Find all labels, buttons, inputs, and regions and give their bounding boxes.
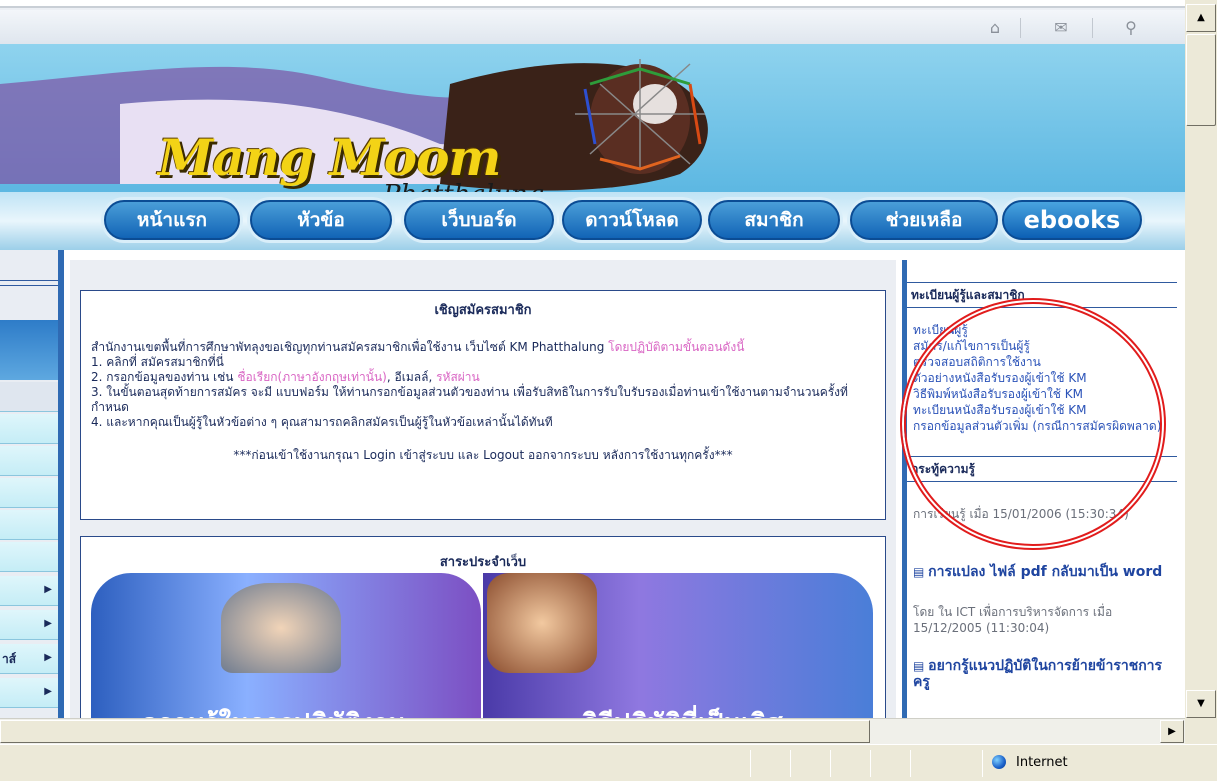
scroll-down-button[interactable]: ▼ bbox=[1186, 690, 1216, 718]
vertical-scrollbar[interactable]: ▲ ▼ bbox=[1185, 0, 1217, 744]
site-logo-title[interactable]: Mang Moom bbox=[158, 128, 501, 187]
left-menu-item[interactable]: ▶ bbox=[0, 576, 58, 606]
scroll-right-button[interactable]: ▶ bbox=[1160, 720, 1184, 743]
search-icon[interactable]: ⚲ bbox=[1120, 18, 1142, 38]
submenu-arrow-icon: ▶ bbox=[44, 686, 52, 697]
icon-separator bbox=[1020, 18, 1021, 38]
register-step-2-text: 2. กรอกข้อมูลของท่าน เช่น bbox=[91, 370, 234, 384]
register-step-1[interactable]: 1. คลิกที่ สมัครสมาชิกที่นี่ bbox=[91, 355, 875, 370]
left-menu-item[interactable] bbox=[0, 414, 58, 444]
register-panel: เชิญสมัครสมาชิก สำนักงานเขตพื้นที่การศึก… bbox=[80, 290, 886, 520]
header-icon-bar: ⌂ ✉ ⚲ bbox=[0, 10, 1185, 44]
left-menu-item[interactable] bbox=[0, 542, 58, 572]
main-navigation: หน้าแรก หัวข้อ เว็บบอร์ด ดาวน์โหลด สมาชิ… bbox=[0, 192, 1185, 250]
register-intro-text: สำนักงานเขตพื้นที่การศึกษาพัทลุงขอเชิญทุ… bbox=[91, 340, 605, 354]
status-separator bbox=[790, 750, 791, 777]
center-column: เชิญสมัครสมาชิก สำนักงานเขตพื้นที่การศึก… bbox=[70, 260, 896, 718]
people-photo bbox=[221, 583, 341, 673]
thread-title[interactable]: การแปลง ไฟล์ pdf กลับมาเป็น word bbox=[928, 564, 1162, 580]
thread-item: ▤ การแปลง ไฟล์ pdf กลับมาเป็น word bbox=[913, 564, 1168, 580]
people-photo bbox=[487, 573, 597, 673]
left-sidebar: ▶ ▶ าส์ ▶ ▶ bbox=[0, 250, 64, 718]
register-step-2-password: รหัสผ่าน bbox=[436, 370, 480, 384]
register-step-2-name: ชื่อเรียก(ภาษาอังกฤษเท่านั้น) bbox=[237, 370, 387, 384]
status-separator bbox=[870, 750, 871, 777]
nav-members-button[interactable]: สมาชิก bbox=[708, 200, 840, 240]
icon-separator bbox=[1092, 18, 1093, 38]
thread-meta: โดย ใน ICT เพื่อการบริหารจัดการ เมื่อ 15… bbox=[913, 605, 1113, 635]
register-step-4: 4. และหากคุณเป็นผู้รู้ในหัวข้อต่าง ๆ คุณ… bbox=[91, 415, 553, 429]
left-sidebar-header-block bbox=[0, 320, 58, 380]
submenu-arrow-icon: ▶ bbox=[44, 618, 52, 629]
annotation-circle-inner bbox=[904, 302, 1162, 546]
browser-status-bar: Internet bbox=[0, 744, 1217, 781]
left-sidebar-divider bbox=[0, 280, 58, 286]
submenu-arrow-icon: ▶ bbox=[44, 652, 52, 663]
nav-webboard-button[interactable]: เว็บบอร์ด bbox=[404, 200, 554, 240]
left-menu-item[interactable]: าส์ ▶ bbox=[0, 644, 58, 674]
left-menu-item-label: าส์ bbox=[2, 652, 17, 666]
nav-download-button[interactable]: ดาวน์โหลด bbox=[562, 200, 702, 240]
status-separator bbox=[750, 750, 751, 777]
left-menu-item[interactable] bbox=[0, 382, 58, 412]
status-separator bbox=[910, 750, 911, 777]
document-icon: ▤ bbox=[913, 565, 925, 579]
best-practice-banner[interactable]: วิธีปฏิบัติที่เป็นเลิศ bbox=[483, 573, 873, 718]
left-menu-item[interactable]: ▶ bbox=[0, 678, 58, 708]
knowledge-banner-label: ความรู้ในการปฏิบัติงาน bbox=[141, 703, 406, 718]
horizontal-scroll-thumb[interactable] bbox=[0, 720, 870, 743]
register-intro-link[interactable]: โดยปฏิบัติตามขั้นตอนดังนี้ bbox=[608, 340, 744, 354]
left-menu-item[interactable]: ▶ bbox=[0, 610, 58, 640]
site-content-panel-title: สาระประจำเว็บ bbox=[439, 555, 527, 570]
security-zone-label: Internet bbox=[1016, 755, 1068, 770]
site-content-panel: สาระประจำเว็บ ความรู้ในการปฏิบัติงาน วิธ… bbox=[80, 536, 886, 718]
status-separator bbox=[982, 750, 983, 777]
left-menu-item[interactable] bbox=[0, 510, 58, 540]
best-practice-banner-label: วิธีปฏิบัติที่เป็นเลิศ bbox=[583, 703, 782, 718]
page-top-strip bbox=[0, 0, 1185, 8]
scroll-thumb[interactable] bbox=[1186, 34, 1216, 126]
register-step-2: 2. กรอกข้อมูลของท่าน เช่น ชื่อเรียก(ภาษา… bbox=[91, 370, 480, 384]
nav-ebooks-button[interactable]: ebooks bbox=[1002, 200, 1142, 240]
nav-topics-button[interactable]: หัวข้อ bbox=[250, 200, 392, 240]
mail-icon[interactable]: ✉ bbox=[1050, 18, 1072, 38]
left-menu-item[interactable] bbox=[0, 446, 58, 476]
submenu-arrow-icon: ▶ bbox=[44, 584, 52, 595]
scroll-up-button[interactable]: ▲ bbox=[1186, 4, 1216, 32]
register-step-3: 3. ในขั้นตอนสุดท้ายการสมัคร จะมี แบบฟอร์… bbox=[91, 385, 848, 414]
globe-icon bbox=[992, 755, 1006, 769]
nav-home-button[interactable]: หน้าแรก bbox=[104, 200, 240, 240]
home-icon[interactable]: ⌂ bbox=[984, 18, 1006, 38]
register-panel-body: สำนักงานเขตพื้นที่การศึกษาพัทลุงขอเชิญทุ… bbox=[91, 340, 875, 463]
login-notice: ***ก่อนเข้าใช้งานกรุณา Login เข้าสู่ระบบ… bbox=[233, 448, 733, 462]
register-panel-title: เชิญสมัครสมาชิก bbox=[434, 303, 532, 318]
status-separator bbox=[830, 750, 831, 777]
nav-help-button[interactable]: ช่วยเหลือ bbox=[850, 200, 998, 240]
site-header-banner: Mang Moom Phatthalung bbox=[0, 44, 1185, 210]
knowledge-banner[interactable]: ความรู้ในการปฏิบัติงาน bbox=[91, 573, 481, 718]
document-icon: ▤ bbox=[913, 659, 925, 673]
thread-item: ▤ อยากรู้แนวปฏิบัติในการย้ายข้าราชการครู bbox=[913, 658, 1168, 690]
register-step-2-email: อีเมลล์ bbox=[394, 370, 429, 384]
thread-title[interactable]: อยากรู้แนวปฏิบัติในการย้ายข้าราชการครู bbox=[913, 658, 1162, 690]
browser-viewport: ⌂ ✉ ⚲ Mang Moom Phatthalung หน้าแ bbox=[0, 0, 1185, 718]
register-intro: สำนักงานเขตพื้นที่การศึกษาพัทลุงขอเชิญทุ… bbox=[91, 340, 875, 355]
horizontal-scrollbar[interactable]: ▶ bbox=[0, 718, 1185, 744]
left-menu-item[interactable] bbox=[0, 478, 58, 508]
